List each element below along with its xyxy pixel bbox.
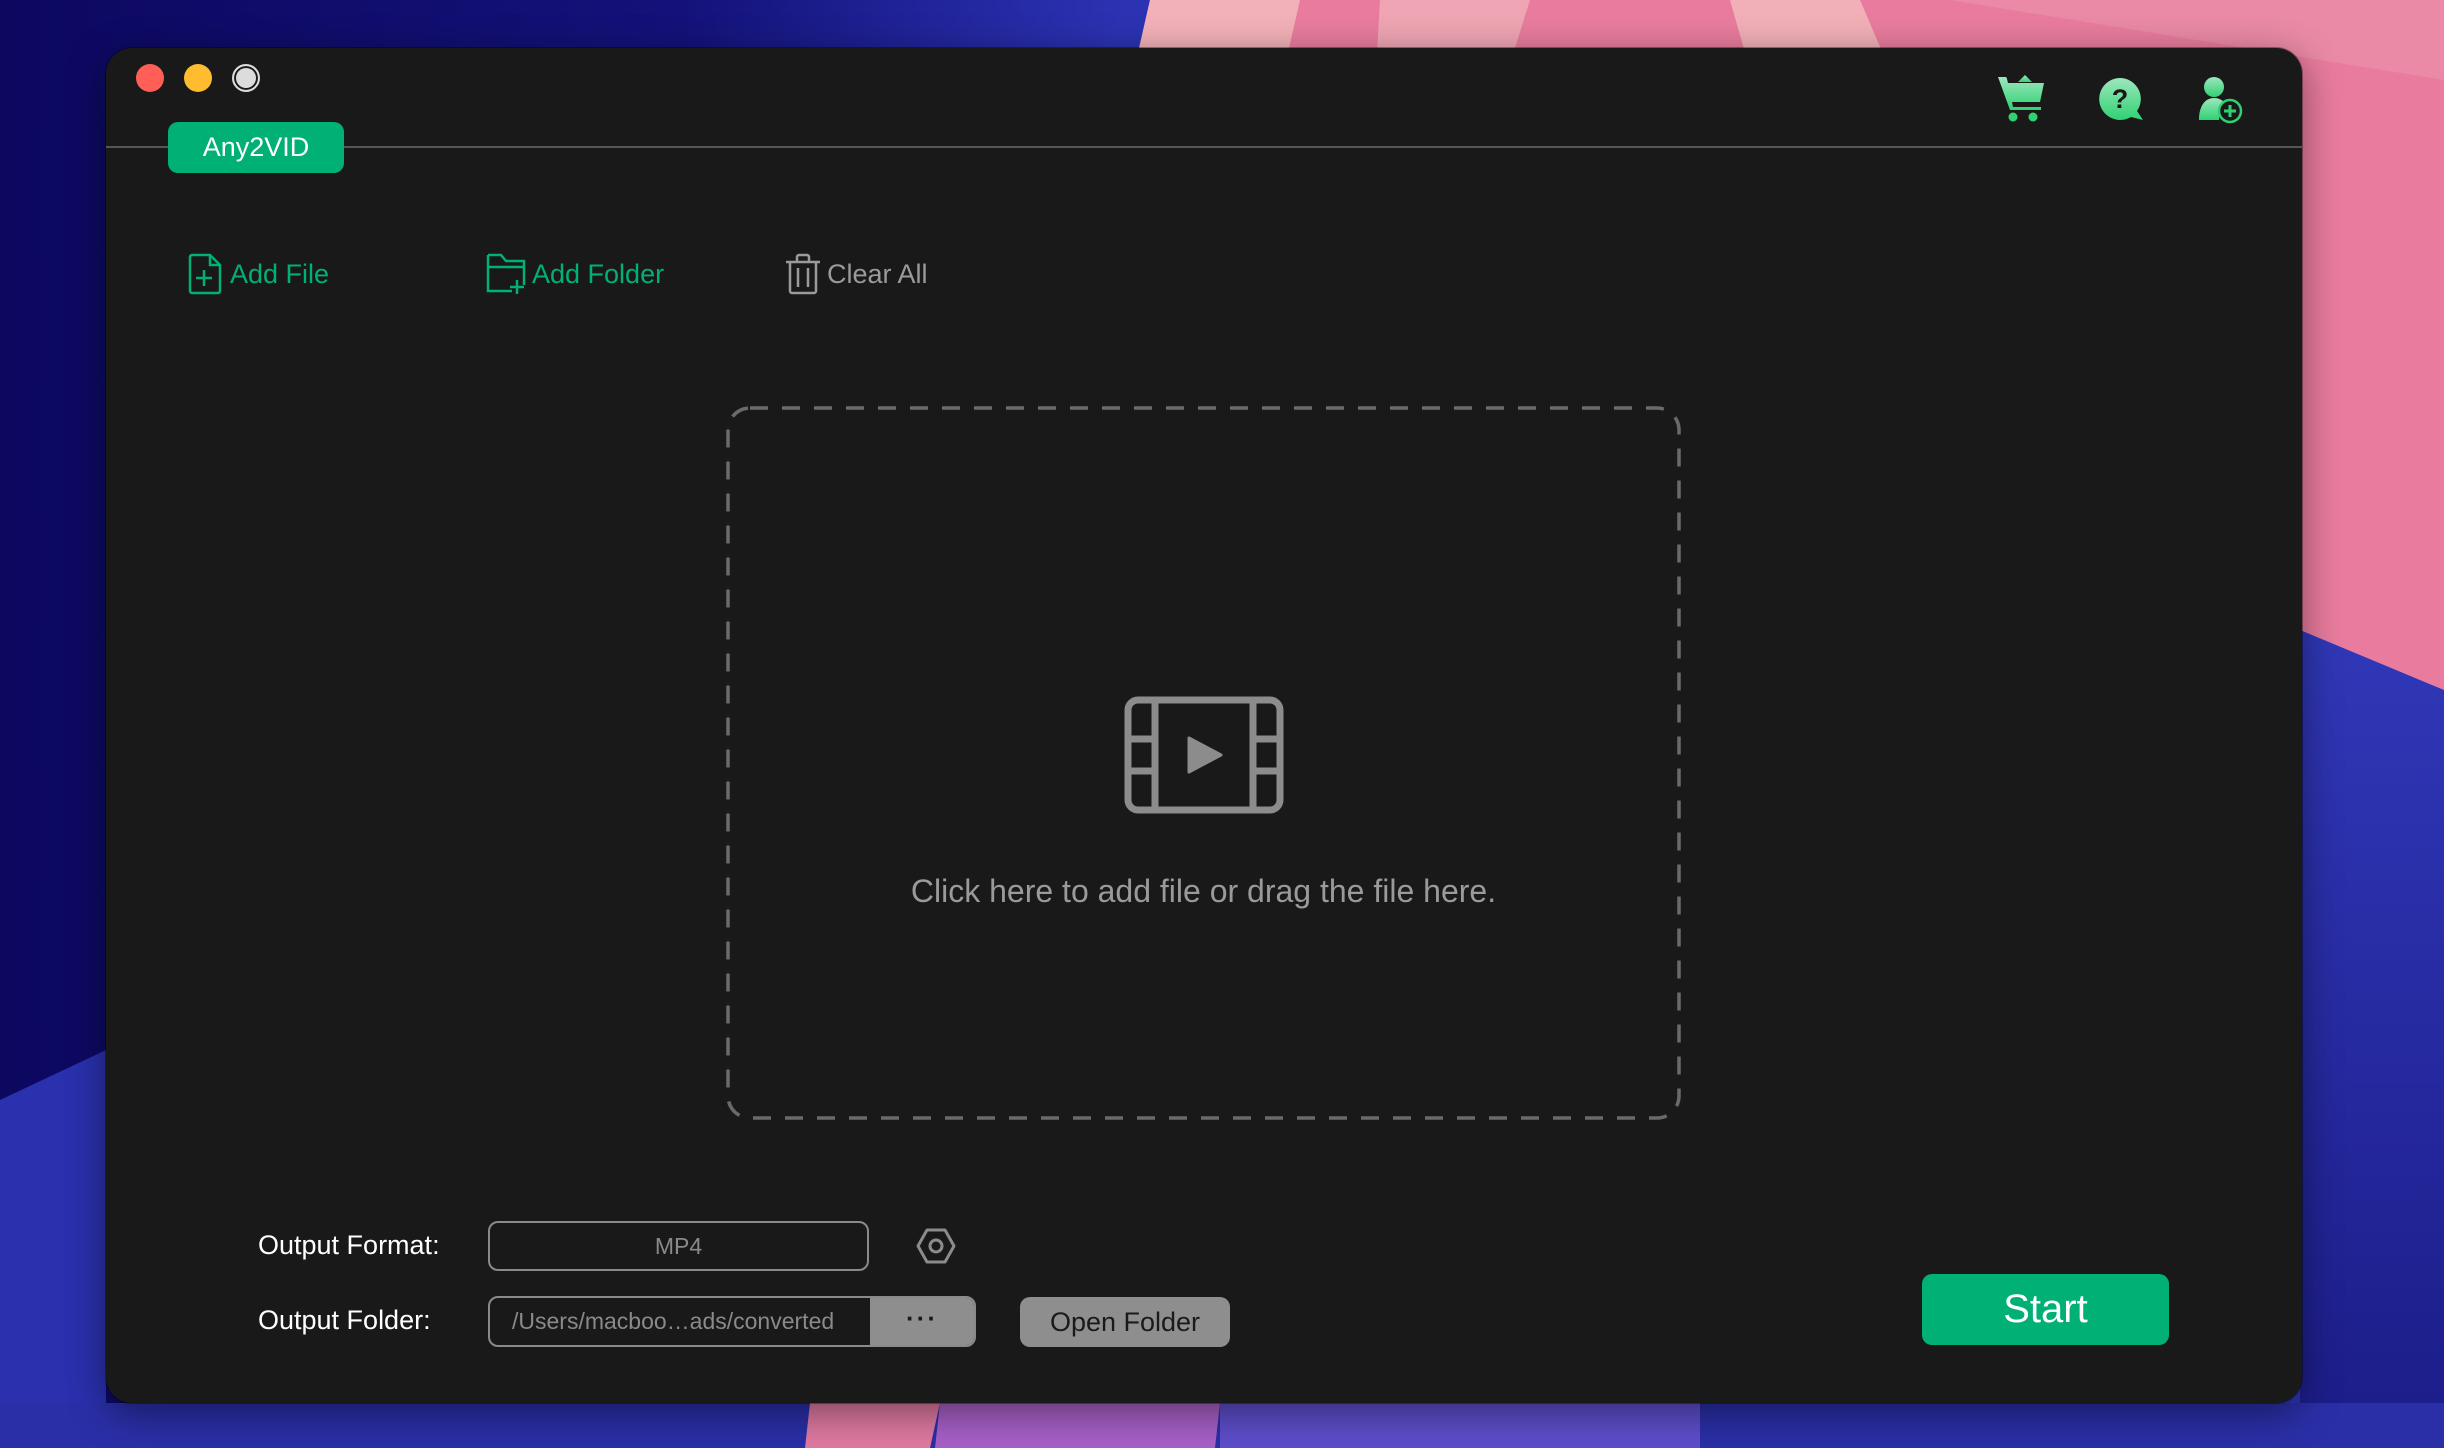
window-zoom-button[interactable]	[232, 64, 260, 92]
output-folder-label: Output Folder:	[258, 1305, 431, 1335]
output-folder-field[interactable]: /Users/macboo…ads/converted ···	[488, 1296, 976, 1347]
add-folder-label: Add Folder	[532, 258, 665, 289]
output-format-label: Output Format:	[258, 1230, 440, 1260]
header-divider	[106, 146, 2302, 148]
add-file-icon	[188, 253, 222, 295]
file-drop-zone[interactable]: Click here to add file or drag the file …	[726, 406, 1681, 1120]
browse-folder-button[interactable]: ···	[870, 1298, 974, 1345]
clear-all-label: Clear All	[827, 258, 928, 289]
open-folder-button[interactable]: Open Folder	[1020, 1297, 1230, 1347]
output-format-select[interactable]: MP4	[488, 1221, 869, 1271]
window-minimize-button[interactable]	[184, 64, 212, 92]
add-file-label: Add File	[230, 258, 330, 289]
help-icon[interactable]: ?	[2099, 77, 2145, 121]
output-folder-path[interactable]: /Users/macboo…ads/converted	[490, 1298, 870, 1345]
trash-icon	[786, 253, 820, 295]
drop-zone-hint: Click here to add file or drag the file …	[910, 873, 1497, 909]
add-folder-button[interactable]: Add Folder	[486, 252, 664, 296]
cart-icon[interactable]	[1997, 73, 2045, 123]
add-folder-icon	[486, 253, 526, 294]
add-file-button[interactable]: Add File	[188, 252, 329, 296]
clear-all-button[interactable]: Clear All	[785, 252, 928, 296]
account-add-icon[interactable]	[2198, 76, 2244, 124]
window-close-button[interactable]	[136, 64, 164, 92]
video-film-icon	[1124, 696, 1284, 814]
start-button[interactable]: Start	[1922, 1274, 2169, 1345]
app-tab-any2vid[interactable]: Any2VID	[168, 122, 344, 173]
app-window: Any2VID ? Add File Add Folder Clear All …	[106, 48, 2302, 1403]
format-settings-icon[interactable]	[916, 1228, 956, 1264]
svg-text:?: ?	[2112, 84, 2129, 114]
